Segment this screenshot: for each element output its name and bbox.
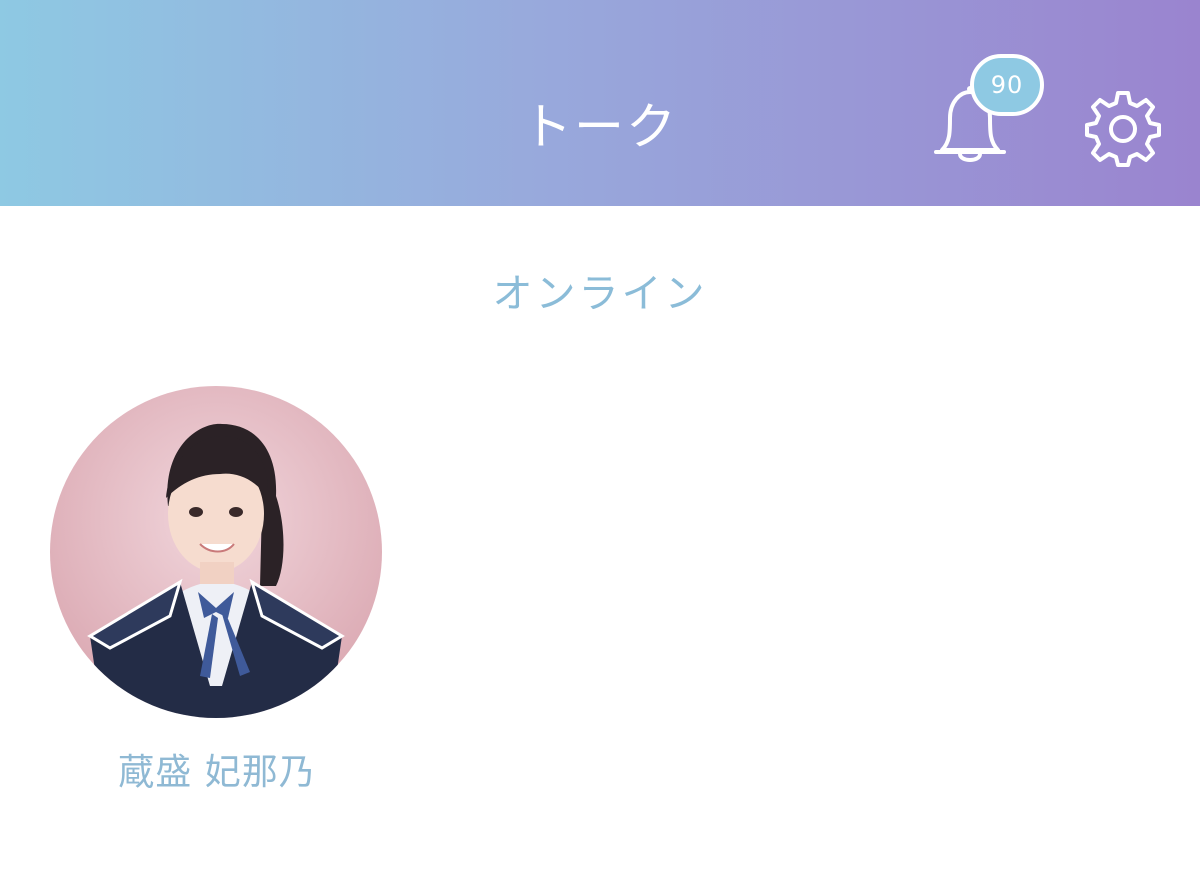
member-card[interactable]: 蔵盛 妃那乃 bbox=[50, 386, 384, 798]
online-section-title: オンライン bbox=[492, 271, 708, 317]
settings-button[interactable] bbox=[1084, 90, 1162, 168]
member-avatar[interactable] bbox=[50, 386, 382, 718]
member-name: 蔵盛 妃那乃 bbox=[118, 752, 316, 793]
gear-icon bbox=[1085, 91, 1161, 167]
app-header: トーク 90 bbox=[0, 0, 1200, 206]
notification-count-badge: 90 bbox=[970, 54, 1044, 116]
